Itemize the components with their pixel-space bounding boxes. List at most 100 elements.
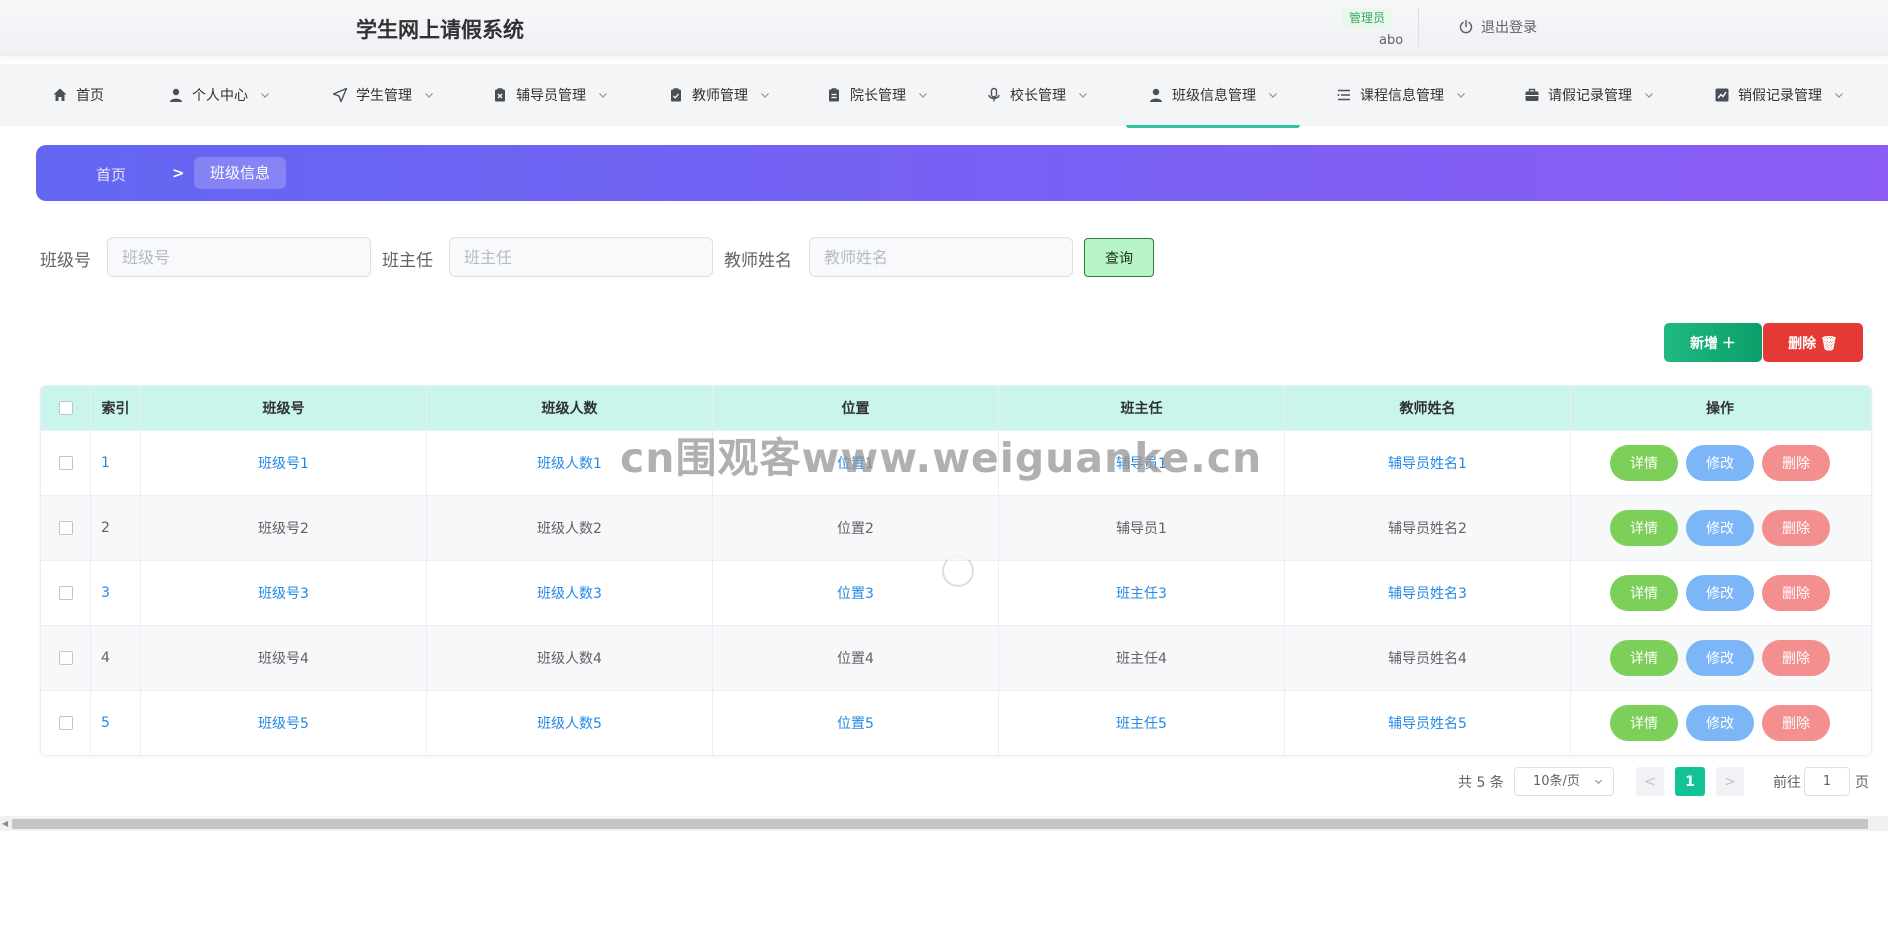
add-button[interactable]: 新增 ＋: [1664, 323, 1762, 362]
delete-button[interactable]: 删除: [1762, 510, 1830, 546]
row-checkbox[interactable]: [58, 521, 73, 535]
query-button[interactable]: 查询: [1084, 238, 1154, 277]
cell-head-teacher: 班主任4: [999, 626, 1285, 690]
teacher-name-input[interactable]: [809, 237, 1073, 277]
breadcrumb-home[interactable]: 首页: [96, 164, 126, 185]
page-size-value: 10条/页: [1533, 774, 1580, 789]
class-no-input[interactable]: [107, 237, 371, 277]
delete-button[interactable]: 删除: [1762, 640, 1830, 676]
cell-actions: 详情 修改 删除: [1571, 626, 1869, 690]
nav-label: 校长管理: [1010, 88, 1066, 104]
nav-item-course-info[interactable]: 课程信息管理: [1336, 64, 1466, 126]
nav-item-principals[interactable]: 校长管理: [986, 64, 1088, 126]
nav-item-students[interactable]: 学生管理: [332, 64, 434, 126]
nav-item-counselors[interactable]: 辅导员管理: [492, 64, 608, 126]
app-title: 学生网上请假系统: [356, 18, 524, 42]
loading-spinner-icon: [942, 555, 974, 587]
cell-count: 班级人数5: [427, 691, 713, 755]
scroll-left-arrow-icon[interactable]: ◀: [2, 819, 10, 828]
row-select-cell: [41, 561, 91, 625]
column-header: 教师姓名: [1285, 386, 1571, 430]
delete-button[interactable]: 删除: [1762, 445, 1830, 481]
cell-index: 5: [91, 691, 141, 755]
cell-actions: 详情 修改 删除: [1571, 691, 1869, 755]
chevron-down-icon: [1645, 93, 1653, 98]
next-page-button[interactable]: >: [1716, 767, 1744, 796]
row-checkbox[interactable]: [58, 456, 73, 470]
cell-teacher-name: 辅导员姓名3: [1285, 561, 1571, 625]
row-checkbox[interactable]: [58, 586, 73, 600]
batch-delete-button[interactable]: 删除 🗑: [1763, 323, 1863, 362]
list-icon: [1337, 89, 1350, 101]
cell-class-no: 班级号4: [141, 626, 427, 690]
select-all-checkbox[interactable]: [58, 401, 73, 415]
row-checkbox[interactable]: [58, 716, 73, 730]
edit-button[interactable]: 修改: [1686, 510, 1754, 546]
head-teacher-input[interactable]: [449, 237, 713, 277]
detail-button[interactable]: 详情: [1610, 640, 1678, 676]
page-size-select[interactable]: 10条/页: [1514, 767, 1614, 796]
cell-teacher-name: 辅导员姓名4: [1285, 626, 1571, 690]
page-number-current[interactable]: 1: [1675, 767, 1705, 796]
nav-item-class-info[interactable]: 班级信息管理: [1126, 64, 1300, 128]
row-checkbox[interactable]: [58, 651, 73, 665]
briefcase-icon: [1525, 88, 1539, 101]
prev-page-button[interactable]: <: [1636, 767, 1664, 796]
main-nav: 首页 个人中心 学生管理 辅导员管理 教师管理 院长管理 校长管理 班级信息管理…: [0, 64, 1888, 128]
cell-class-no: 班级号5: [141, 691, 427, 755]
row-select-cell: [41, 691, 91, 755]
cell-index: 3: [91, 561, 141, 625]
nav-label: 销假记录管理: [1738, 88, 1822, 104]
edit-button[interactable]: 修改: [1686, 575, 1754, 611]
nav-label: 学生管理: [356, 88, 412, 104]
breadcrumb-current: 班级信息: [194, 157, 287, 189]
edit-button[interactable]: 修改: [1686, 640, 1754, 676]
role-badge: 管理员: [1342, 8, 1393, 28]
detail-button[interactable]: 详情: [1610, 575, 1678, 611]
cell-head-teacher: 班主任3: [999, 561, 1285, 625]
nav-label: 个人中心: [192, 88, 248, 104]
chevron-down-icon: [1594, 779, 1603, 785]
nav-item-profile[interactable]: 个人中心: [168, 64, 270, 126]
top-divider: [1418, 8, 1419, 48]
nav-label: 辅导员管理: [516, 88, 586, 104]
chevron-down-icon: [1079, 93, 1087, 98]
nav-item-teachers[interactable]: 教师管理: [668, 64, 770, 126]
chevron-down-icon: [919, 93, 927, 98]
logout-button[interactable]: 退出登录: [1458, 17, 1537, 37]
detail-button[interactable]: 详情: [1610, 445, 1678, 481]
breadcrumb: 首页 > 班级信息: [36, 145, 1888, 201]
delete-button[interactable]: 删除: [1762, 575, 1830, 611]
cell-head-teacher: 辅导员1: [999, 431, 1285, 495]
home-icon: [53, 88, 67, 101]
cell-teacher-name: 辅导员姓名2: [1285, 496, 1571, 560]
nav-item-deans[interactable]: 院长管理: [826, 64, 928, 126]
nav-label: 教师管理: [692, 88, 748, 104]
table-row: 2 班级号2 班级人数2 位置2 辅导员1 辅导员姓名2 详情 修改 删除: [41, 495, 1871, 560]
send-icon: [332, 87, 348, 103]
cell-index: 4: [91, 626, 141, 690]
row-select-cell: [41, 626, 91, 690]
cell-index: 2: [91, 496, 141, 560]
edit-button[interactable]: 修改: [1686, 705, 1754, 741]
table-row: 1 班级号1 班级人数1 位置1 辅导员1 辅导员姓名1 详情 修改 删除: [41, 430, 1871, 495]
scrollbar-thumb[interactable]: [12, 819, 1868, 829]
delete-button[interactable]: 删除: [1762, 705, 1830, 741]
user-icon: [1150, 88, 1162, 102]
detail-button[interactable]: 详情: [1610, 510, 1678, 546]
edit-button[interactable]: 修改: [1686, 445, 1754, 481]
horizontal-scrollbar[interactable]: ◀: [0, 816, 1888, 831]
class-no-label: 班级号: [40, 251, 91, 271]
nav-item-home[interactable]: 首页: [52, 64, 104, 126]
chart-icon: [1715, 88, 1729, 102]
cell-class-no: 班级号3: [141, 561, 427, 625]
nav-label: 首页: [76, 88, 104, 104]
chevron-down-icon: [599, 93, 607, 98]
microphone-icon: [988, 87, 1000, 102]
column-header: 操作: [1706, 401, 1734, 417]
goto-page-input[interactable]: [1804, 767, 1850, 796]
nav-item-return-records[interactable]: 销假记录管理: [1714, 64, 1844, 126]
nav-label: 班级信息管理: [1172, 88, 1256, 104]
nav-item-leave-records[interactable]: 请假记录管理: [1524, 64, 1654, 126]
detail-button[interactable]: 详情: [1610, 705, 1678, 741]
